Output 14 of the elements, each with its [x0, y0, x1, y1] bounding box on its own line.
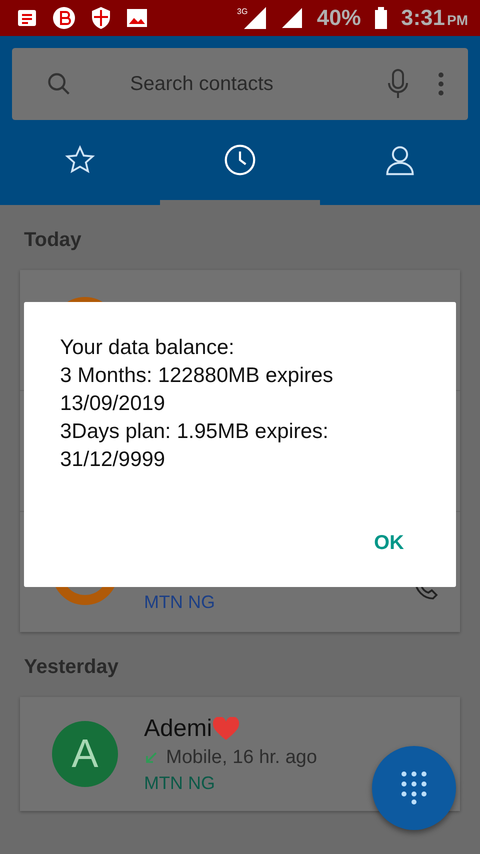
ok-button[interactable]: OK: [358, 524, 420, 563]
search-field[interactable]: Search contacts: [100, 72, 358, 96]
clock-time: 3:31: [400, 5, 445, 30]
section-title: Today: [23, 228, 82, 252]
search-bar[interactable]: Search contacts: [12, 48, 468, 120]
avatar: A: [52, 721, 118, 787]
sim-label: MTN NG: [144, 592, 215, 612]
clock-period: PM: [447, 12, 468, 28]
dialog-message: Your data balance: 3 Months: 122880MB expires 13/09/2019 3Days plan: 1.95MB expires: 31/12/9999: [60, 335, 334, 473]
sim-label: MTN NG: [144, 772, 215, 794]
section-title: Yesterday: [23, 655, 120, 679]
contact-name: Ademi: [144, 714, 212, 742]
call-detail: Mobile, 16 hr. ago: [166, 746, 318, 768]
battery-percent: 40%: [316, 5, 361, 31]
